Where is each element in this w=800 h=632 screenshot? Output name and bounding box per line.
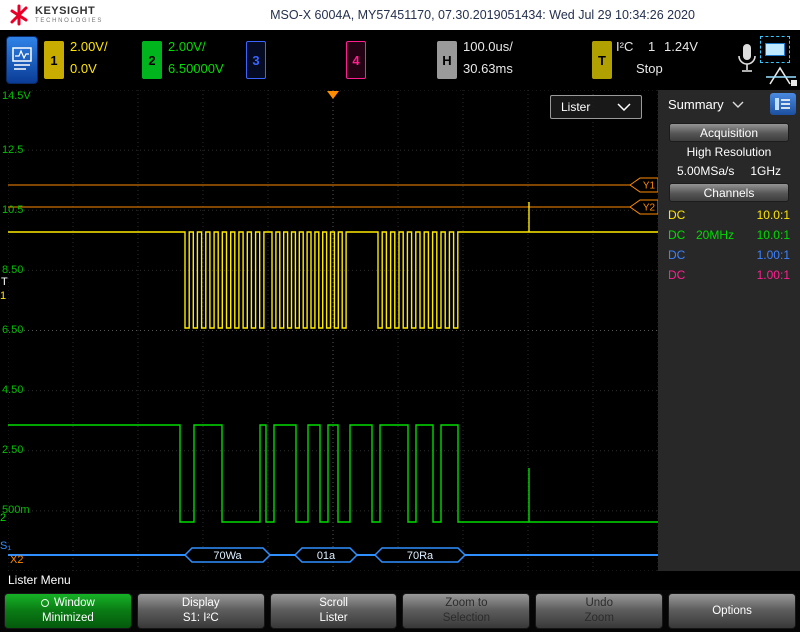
title-bar: KEYSIGHT TECHNOLOGIES MSO-X 6004A, MY574… — [0, 0, 800, 30]
scale-label: 2.50 — [2, 444, 24, 456]
sidebar-title[interactable]: Summary — [668, 97, 724, 112]
softkey-value: Minimized — [42, 612, 94, 624]
channel-2-button[interactable]: 2 — [142, 41, 162, 79]
softkey-value: S1: I²C — [182, 612, 219, 624]
softkey-value: Zoom — [584, 612, 614, 624]
sample-rate: 5.00MSa/s — [676, 164, 735, 178]
ch2-trace — [8, 424, 658, 523]
softkey-menu: Window Minimized Display S1: I²C Scroll … — [0, 590, 800, 632]
lister-dropdown[interactable]: Lister — [550, 95, 642, 119]
acquisition-section-button[interactable]: Acquisition — [669, 123, 789, 142]
softkey-label: Display — [181, 597, 220, 610]
ch3-probe-ratio: 1.00:1 — [756, 248, 790, 262]
keysight-logo: KEYSIGHT TECHNOLOGIES — [8, 4, 103, 26]
scope-graticule: Y1 Y2 70Wa 01a 70Ra — [8, 90, 658, 571]
bandwidth: 1GHz — [750, 164, 782, 178]
scale-label: 4.50 — [2, 384, 24, 396]
main-region: Y1 Y2 70Wa 01a 70Ra 14.5V 12.5 10.5 8.50 6.5… — [0, 90, 800, 571]
instrument-title: MSO-X 6004A, MY57451170, 07.30.201905143… — [270, 8, 695, 22]
scope-menu-button[interactable] — [6, 36, 38, 84]
decode-packet-label: 70Ra — [407, 550, 434, 562]
decode-packet-label: 01a — [317, 550, 336, 562]
ch4-coupling: DC — [668, 268, 686, 282]
horizontal-button[interactable]: H — [437, 41, 457, 79]
softkey-value: Selection — [442, 612, 491, 624]
channel-summary-row: DC 20MHz 10.0:1 — [658, 225, 800, 245]
status-bar: Lister Menu — [0, 571, 800, 590]
ch2-ground-marker[interactable]: 2 — [0, 512, 6, 524]
ch4-probe-ratio: 1.00:1 — [756, 268, 790, 282]
sidebar-menu-icon[interactable] — [770, 93, 796, 115]
trigger-position-marker[interactable] — [327, 91, 339, 99]
selection-box-icon[interactable] — [760, 36, 790, 63]
serial-bus-marker[interactable]: S₁ — [0, 540, 11, 552]
channel-4-button[interactable]: 4 — [346, 41, 366, 79]
scale-label: 6.50 — [2, 324, 24, 336]
waveform-display[interactable]: Y1 Y2 70Wa 01a 70Ra 14.5V 12.5 10.5 8.50 6.5… — [0, 90, 658, 571]
scale-label: 12.5 — [2, 144, 24, 156]
microphone-icon — [738, 44, 756, 72]
softkey-window[interactable]: Window Minimized — [4, 593, 132, 629]
chevron-down-icon[interactable] — [732, 101, 744, 108]
ch2-coupling: DC — [668, 228, 686, 242]
softkey-label: Options — [712, 604, 752, 617]
softkey-label: Scroll — [319, 597, 348, 610]
brand-subname: TECHNOLOGIES — [35, 17, 104, 24]
toolbar: 1 2.00V/ 0.0V 2 2.00V/ 6.50000V 3 4 H 10… — [0, 30, 800, 90]
ch2-offset: 6.50000V — [168, 61, 224, 76]
channel-3-button[interactable]: 3 — [246, 41, 266, 79]
ch2-probe-ratio: 10.0:1 — [756, 228, 790, 242]
ch3-coupling: DC — [668, 248, 686, 262]
scale-label: 500m — [2, 504, 30, 516]
ch1-offset: 0.0V — [70, 61, 97, 76]
softkey-scroll-lister[interactable]: Scroll Lister — [269, 593, 398, 629]
horizontal-delay: 30.63ms — [463, 61, 513, 76]
ch1-probe-ratio: 10.0:1 — [756, 208, 790, 222]
lister-dropdown-label: Lister — [561, 100, 591, 114]
menu-title: Lister Menu — [8, 573, 71, 587]
horizontal-scale: 100.0us/ — [463, 39, 513, 54]
channel-summary-row: DC 1.00:1 — [658, 265, 800, 285]
cursor-tag-label: Y2 — [643, 203, 656, 214]
channel-summary-row: DC 1.00:1 — [658, 245, 800, 265]
ch2-bw-limit: 20MHz — [696, 228, 735, 242]
scale-label: 10.5 — [2, 204, 24, 216]
trigger-button[interactable]: T — [592, 41, 612, 79]
brand-name: KEYSIGHT — [35, 4, 96, 17]
trigger-source: 1 — [648, 39, 656, 54]
cursor-tag-label: Y1 — [643, 181, 656, 192]
window-state-icon — [40, 599, 49, 608]
channels-section-button[interactable]: Channels — [669, 183, 789, 202]
channel-1-button[interactable]: 1 — [44, 41, 64, 79]
channel-summary-row: DC 10.0:1 — [658, 205, 800, 225]
trigger-level-marker[interactable]: T — [1, 276, 8, 288]
softkey-zoom-to-selection[interactable]: Zoom to Selection — [402, 593, 531, 629]
softkey-label: Window — [53, 597, 95, 610]
softkey-value: Lister — [319, 612, 348, 624]
trigger-level: 1.24V — [664, 39, 698, 54]
ch1-scale[interactable]: 2.00V/ — [70, 39, 108, 54]
ch1-ground-marker[interactable]: 1 — [0, 290, 6, 302]
softkey-label: Undo — [585, 597, 613, 610]
acquisition-status: Stop — [636, 61, 663, 76]
chevron-down-icon — [617, 103, 631, 111]
x2-cursor-label[interactable]: X2 — [10, 554, 23, 566]
scale-label: 8.50 — [2, 264, 24, 276]
softkey-undo-zoom[interactable]: Undo Zoom — [535, 593, 664, 629]
waveform-cursor-icon[interactable] — [766, 64, 798, 88]
ch2-scale[interactable]: 2.00V/ — [168, 39, 206, 54]
summary-sidebar: Summary Acquisition High Resolution 5.00… — [658, 90, 800, 571]
decode-packet-label: 70Wa — [213, 550, 242, 562]
acquisition-mode: High Resolution — [686, 145, 772, 159]
softkey-label: Zoom to — [445, 597, 488, 610]
softkey-display[interactable]: Display S1: I²C — [136, 593, 265, 629]
softkey-options[interactable]: Options — [668, 593, 796, 629]
scale-label: 14.5V — [2, 90, 31, 102]
trigger-type: I²C — [616, 39, 634, 54]
ch1-coupling: DC — [668, 208, 686, 222]
keysight-spark-icon — [10, 4, 28, 26]
scope-display-icon — [12, 47, 32, 70]
